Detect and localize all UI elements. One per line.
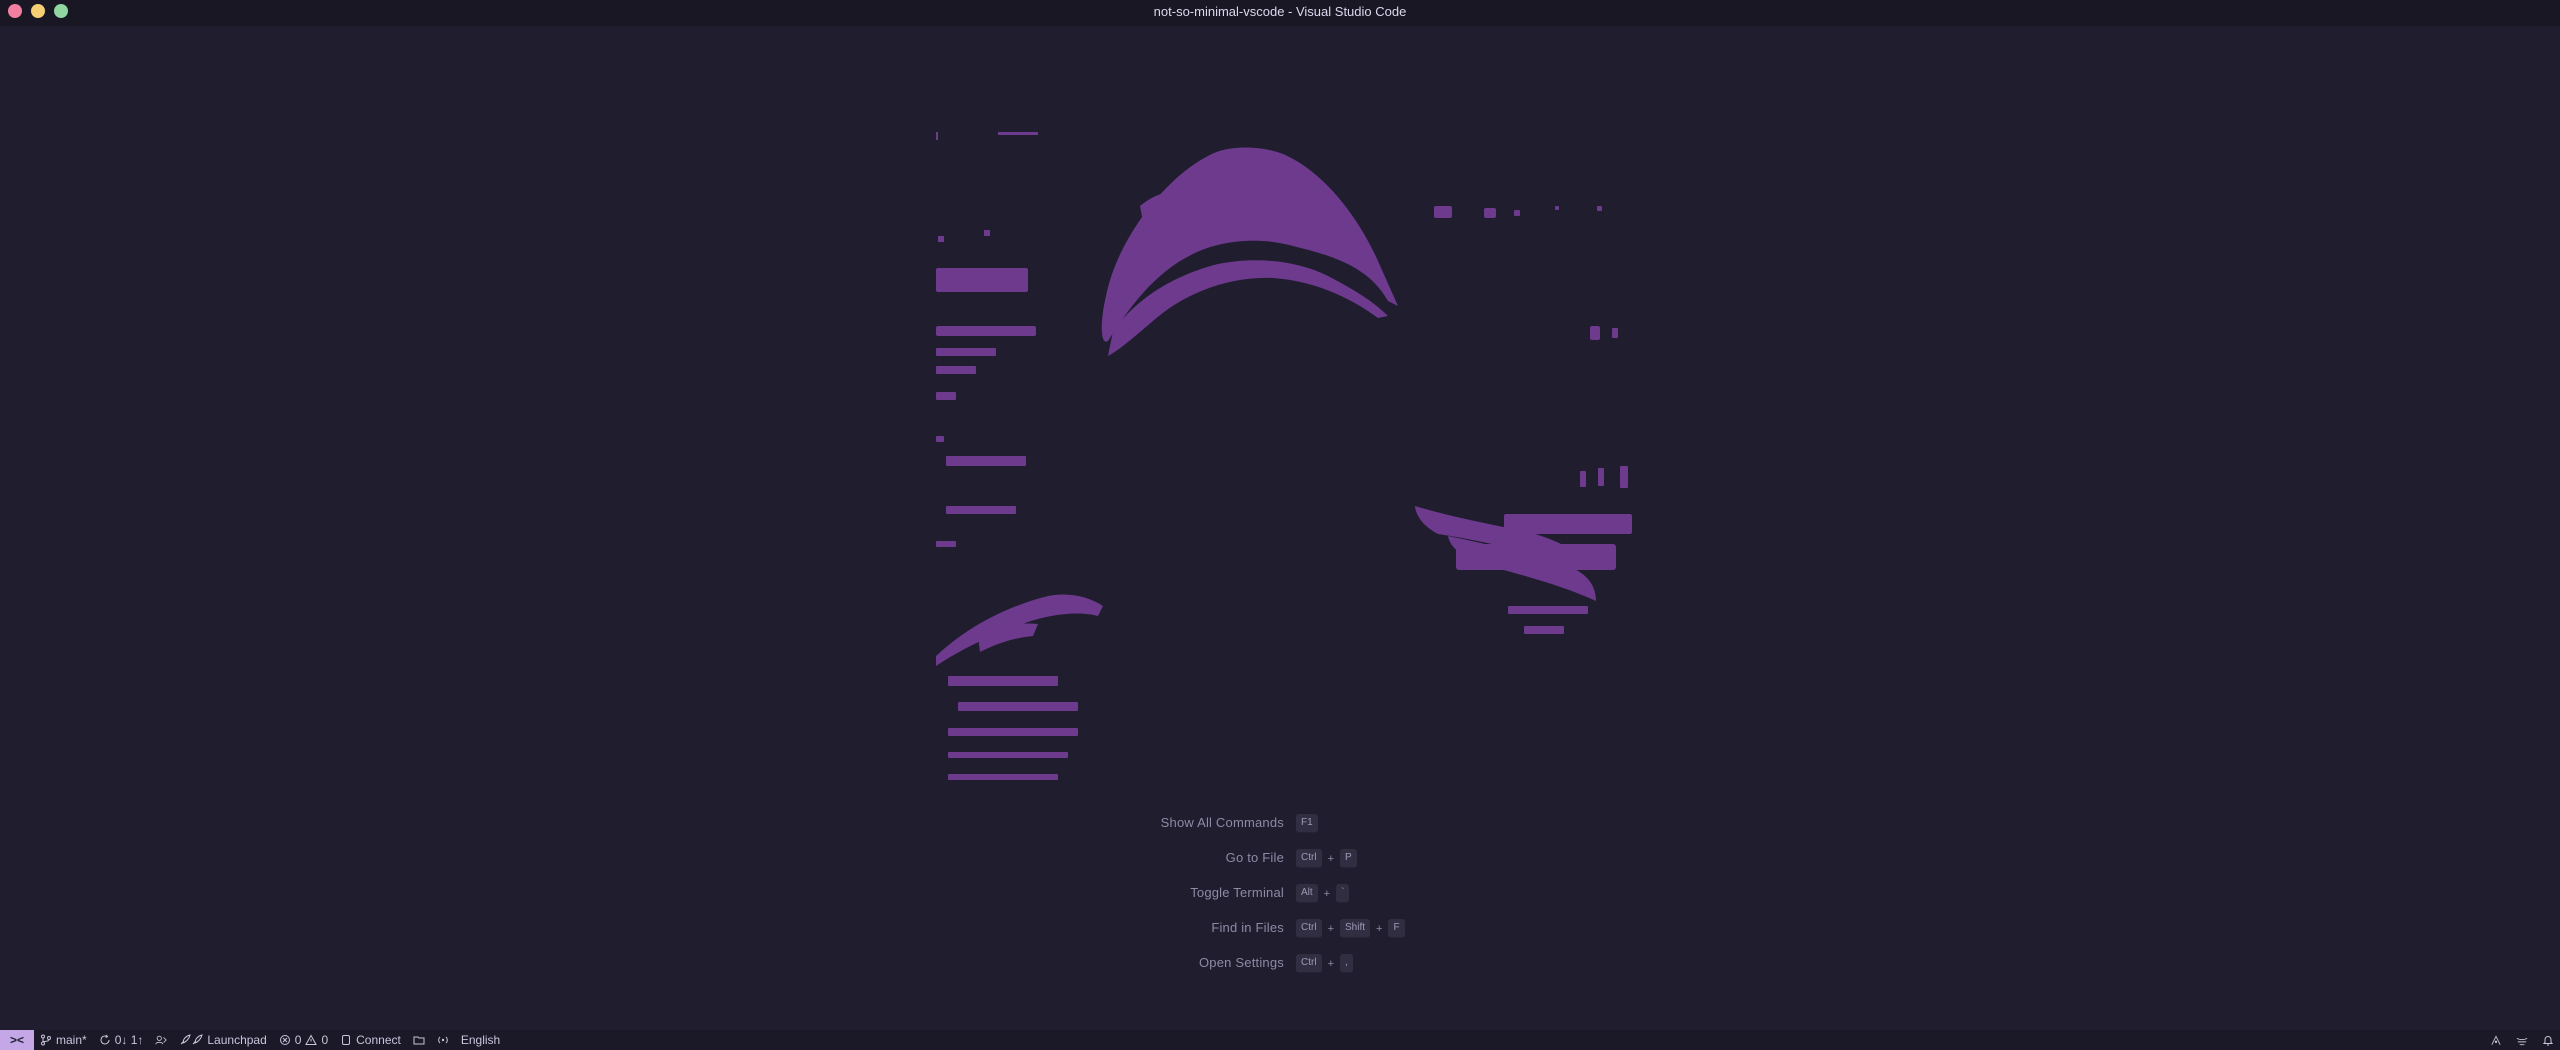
sync-icon — [99, 1034, 111, 1046]
branch-status[interactable]: main* — [34, 1030, 93, 1050]
feedback-icon[interactable] — [2516, 1034, 2528, 1046]
shortcut-find-in-files[interactable]: Find in Files Ctrl + Shift + F — [0, 917, 2560, 941]
rocket-icon — [179, 1034, 204, 1046]
vscode-window: not-so-minimal-vscode - Visual Studio Co… — [0, 0, 2560, 1050]
shortcut-keys: Alt + ` — [1296, 884, 1350, 903]
remote-icon: >< — [9, 1033, 24, 1047]
shortcut-go-to-file[interactable]: Go to File Ctrl + P — [0, 847, 2560, 871]
editor-watermark-image — [936, 132, 1632, 780]
sync-status[interactable]: 0↓ 1↑ — [93, 1030, 150, 1050]
shortcut-keys: F1 — [1296, 814, 1318, 833]
shortcut-label: Go to File — [1225, 850, 1284, 865]
shortcut-keys: Ctrl + , — [1296, 954, 1353, 973]
key-cap: F1 — [1296, 814, 1318, 833]
account-status[interactable] — [149, 1030, 173, 1050]
broadcast-icon — [437, 1034, 449, 1046]
key-cap: Alt — [1296, 884, 1318, 903]
shortcut-label: Open Settings — [1199, 955, 1284, 970]
warning-count: 0 — [321, 1033, 329, 1047]
key-joiner: + — [1376, 922, 1383, 935]
notifications-bell-icon[interactable] — [2542, 1034, 2554, 1046]
key-cap: Ctrl — [1296, 919, 1322, 938]
status-bar: >< main* 0↓ 1↑ Launchpad 0 0 Connect Eng… — [0, 1030, 2560, 1050]
shortcut-open-settings[interactable]: Open Settings Ctrl + , — [0, 952, 2560, 976]
key-cap: F — [1388, 919, 1405, 938]
warning-icon — [305, 1034, 318, 1046]
launchpad-label: Launchpad — [207, 1033, 267, 1047]
shortcut-show-all-commands[interactable]: Show All Commands F1 — [0, 812, 2560, 836]
key-joiner: + — [1327, 922, 1334, 935]
shortcut-label: Toggle Terminal — [1190, 885, 1284, 900]
accounts-icon — [155, 1034, 168, 1046]
remote-indicator-button[interactable]: >< — [0, 1030, 34, 1050]
key-joiner: + — [1327, 852, 1334, 865]
sync-counts: 0↓ 1↑ — [114, 1033, 144, 1047]
key-cap: Shift — [1340, 919, 1371, 938]
error-count: 0 — [294, 1033, 302, 1047]
key-cap: Ctrl — [1296, 954, 1322, 973]
key-cap: ` — [1336, 884, 1350, 903]
key-cap: Ctrl — [1296, 849, 1322, 868]
git-branch-icon — [40, 1034, 52, 1046]
connect-label: Connect — [356, 1033, 401, 1047]
branch-name: main* — [56, 1033, 87, 1047]
title-bar: not-so-minimal-vscode - Visual Studio Co… — [0, 0, 2560, 26]
editor-empty-area: Show All Commands F1 Go to File Ctrl + P… — [0, 26, 2560, 1030]
shortcut-keys: Ctrl + P — [1296, 849, 1357, 868]
problems-status[interactable]: 0 0 — [273, 1030, 334, 1050]
preview-status[interactable] — [431, 1030, 455, 1050]
folder-status[interactable] — [407, 1030, 431, 1050]
database-icon — [340, 1034, 352, 1046]
launchpad-status[interactable]: Launchpad — [173, 1030, 272, 1050]
key-cap: P — [1340, 849, 1357, 868]
language-label: English — [460, 1033, 501, 1047]
connect-status[interactable]: Connect — [334, 1030, 407, 1050]
folder-icon — [413, 1034, 425, 1046]
shortcut-keys: Ctrl + Shift + F — [1296, 919, 1405, 938]
key-cap: , — [1340, 954, 1353, 973]
shortcut-toggle-terminal[interactable]: Toggle Terminal Alt + ` — [0, 882, 2560, 906]
shortcut-label: Find in Files — [1211, 920, 1284, 935]
shortcut-label: Show All Commands — [1160, 815, 1284, 830]
key-joiner: + — [1323, 887, 1331, 900]
status-bar-right — [2490, 1030, 2554, 1050]
window-title: not-so-minimal-vscode - Visual Studio Co… — [1153, 4, 1407, 19]
key-joiner: + — [1327, 957, 1334, 970]
error-icon — [279, 1034, 291, 1046]
language-status[interactable]: English — [455, 1030, 506, 1050]
copilot-icon[interactable] — [2490, 1034, 2502, 1046]
